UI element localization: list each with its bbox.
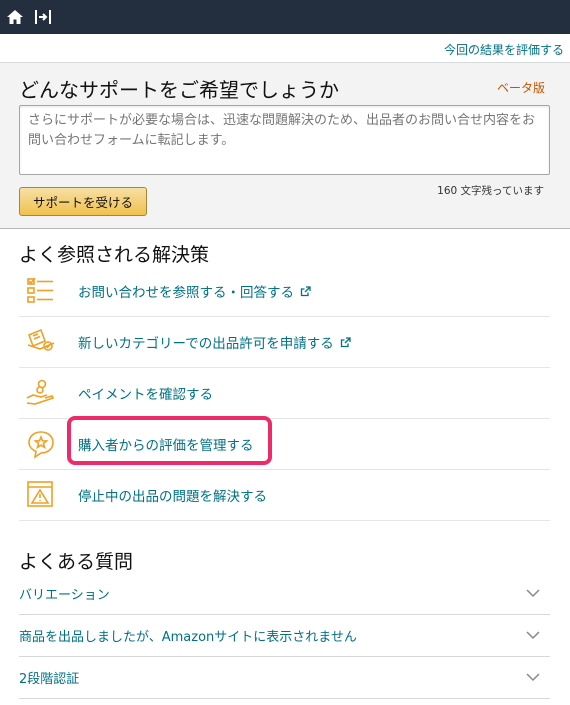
checklist-icon [25, 275, 57, 307]
solutions-title: よく参照される解決策 [19, 244, 210, 266]
solution-label: ペイメントを確認する [78, 387, 213, 403]
chevron-down-icon[interactable] [526, 589, 540, 598]
faq-item[interactable]: バリエーション [19, 573, 550, 615]
solution-item-inquiries[interactable]: お問い合わせを参照する・回答する [19, 266, 550, 317]
solution-label: お問い合わせを参照する・回答する [78, 285, 294, 301]
solution-link[interactable]: 新しいカテゴリーでの出品許可を申請する [78, 332, 351, 352]
solution-label: 新しいカテゴリーでの出品許可を申請する [78, 336, 334, 352]
solution-item-suppressed-listings[interactable]: 停止中の出品の問題を解決する [19, 470, 550, 521]
beta-badge: ベータ版 [496, 81, 545, 95]
chevron-down-icon[interactable] [526, 631, 540, 640]
solution-link[interactable]: ペイメントを確認する [78, 383, 213, 403]
solution-item-payments[interactable]: ペイメントを確認する [19, 368, 550, 419]
faq-item[interactable]: 2段階認証 [19, 657, 550, 699]
rate-row: 今回の結果を評価する [0, 34, 570, 62]
external-link-icon [300, 285, 311, 296]
faq-list: バリエーション 商品を出品しましたが、Amazonサイトに表示されません 2段階… [19, 573, 550, 699]
faq-question[interactable]: 2段階認証 [19, 668, 79, 687]
warning-document-icon [25, 479, 57, 511]
solution-link[interactable]: 停止中の出品の問題を解決する [78, 485, 267, 505]
solution-label: 停止中の出品の問題を解決する [78, 489, 267, 505]
get-support-button[interactable]: サポートを受ける [19, 187, 147, 216]
faq-item[interactable]: 商品を出品しましたが、Amazonサイトに表示されません [19, 615, 550, 657]
support-title: どんなサポートをご希望でしょうか [19, 78, 339, 102]
support-question-input[interactable] [19, 105, 550, 175]
home-icon[interactable] [2, 0, 28, 34]
char-count: 160 文字残っています [437, 185, 544, 197]
solutions-list: お問い合わせを参照する・回答する 新しいカテゴリーでの出品許可を申請する ペイメ… [19, 266, 550, 521]
solution-item-category-approval[interactable]: 新しいカテゴリーでの出品許可を申請する [19, 317, 550, 368]
solution-link[interactable]: お問い合わせを参照する・回答する [78, 281, 311, 301]
feedback-star-icon [25, 428, 57, 460]
faq-question[interactable]: 商品を出品しましたが、Amazonサイトに表示されません [19, 626, 357, 645]
highlight-box [67, 416, 272, 465]
faq-title: よくある質問 [19, 551, 134, 573]
payment-hand-icon [25, 377, 57, 409]
collapse-sidebar-icon[interactable] [32, 0, 54, 34]
external-link-icon [340, 336, 351, 347]
top-bar [0, 0, 570, 34]
chevron-down-icon[interactable] [526, 673, 540, 682]
support-panel: どんなサポートをご希望でしょうか ベータ版 サポートを受ける 160 文字残って… [0, 62, 570, 229]
category-approval-icon [25, 326, 57, 358]
rate-results-link[interactable]: 今回の結果を評価する [444, 41, 564, 58]
faq-question[interactable]: バリエーション [19, 584, 110, 603]
